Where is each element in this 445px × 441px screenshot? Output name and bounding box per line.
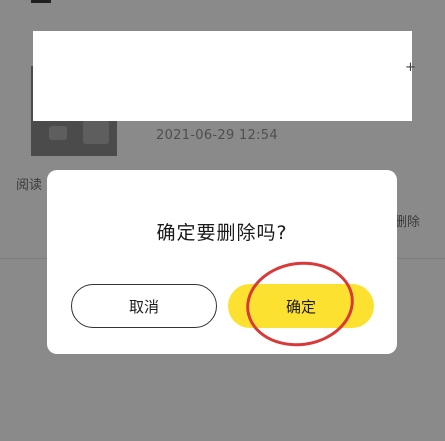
confirm-button-label: 确定 <box>285 297 316 316</box>
delete-link[interactable]: 删除 <box>394 211 420 230</box>
redacted-content <box>33 31 412 121</box>
cancel-button[interactable]: 取消 <box>71 284 217 328</box>
article-date: 2021-06-29 12:54 <box>156 128 278 143</box>
plus-icon: + <box>405 60 416 75</box>
cancel-button-label: 取消 <box>128 297 159 316</box>
confirm-delete-dialog: 确定要删除吗? 取消 确定 <box>47 170 397 354</box>
menu-icon[interactable] <box>31 0 51 3</box>
read-label: 阅读 <box>16 178 43 193</box>
dialog-title: 确定要删除吗? <box>156 222 288 244</box>
screen: + 2021-06-29 12:54 阅读 删除 确定要删除吗? 取消 确定 <box>0 0 445 441</box>
confirm-button[interactable]: 确定 <box>228 284 374 328</box>
